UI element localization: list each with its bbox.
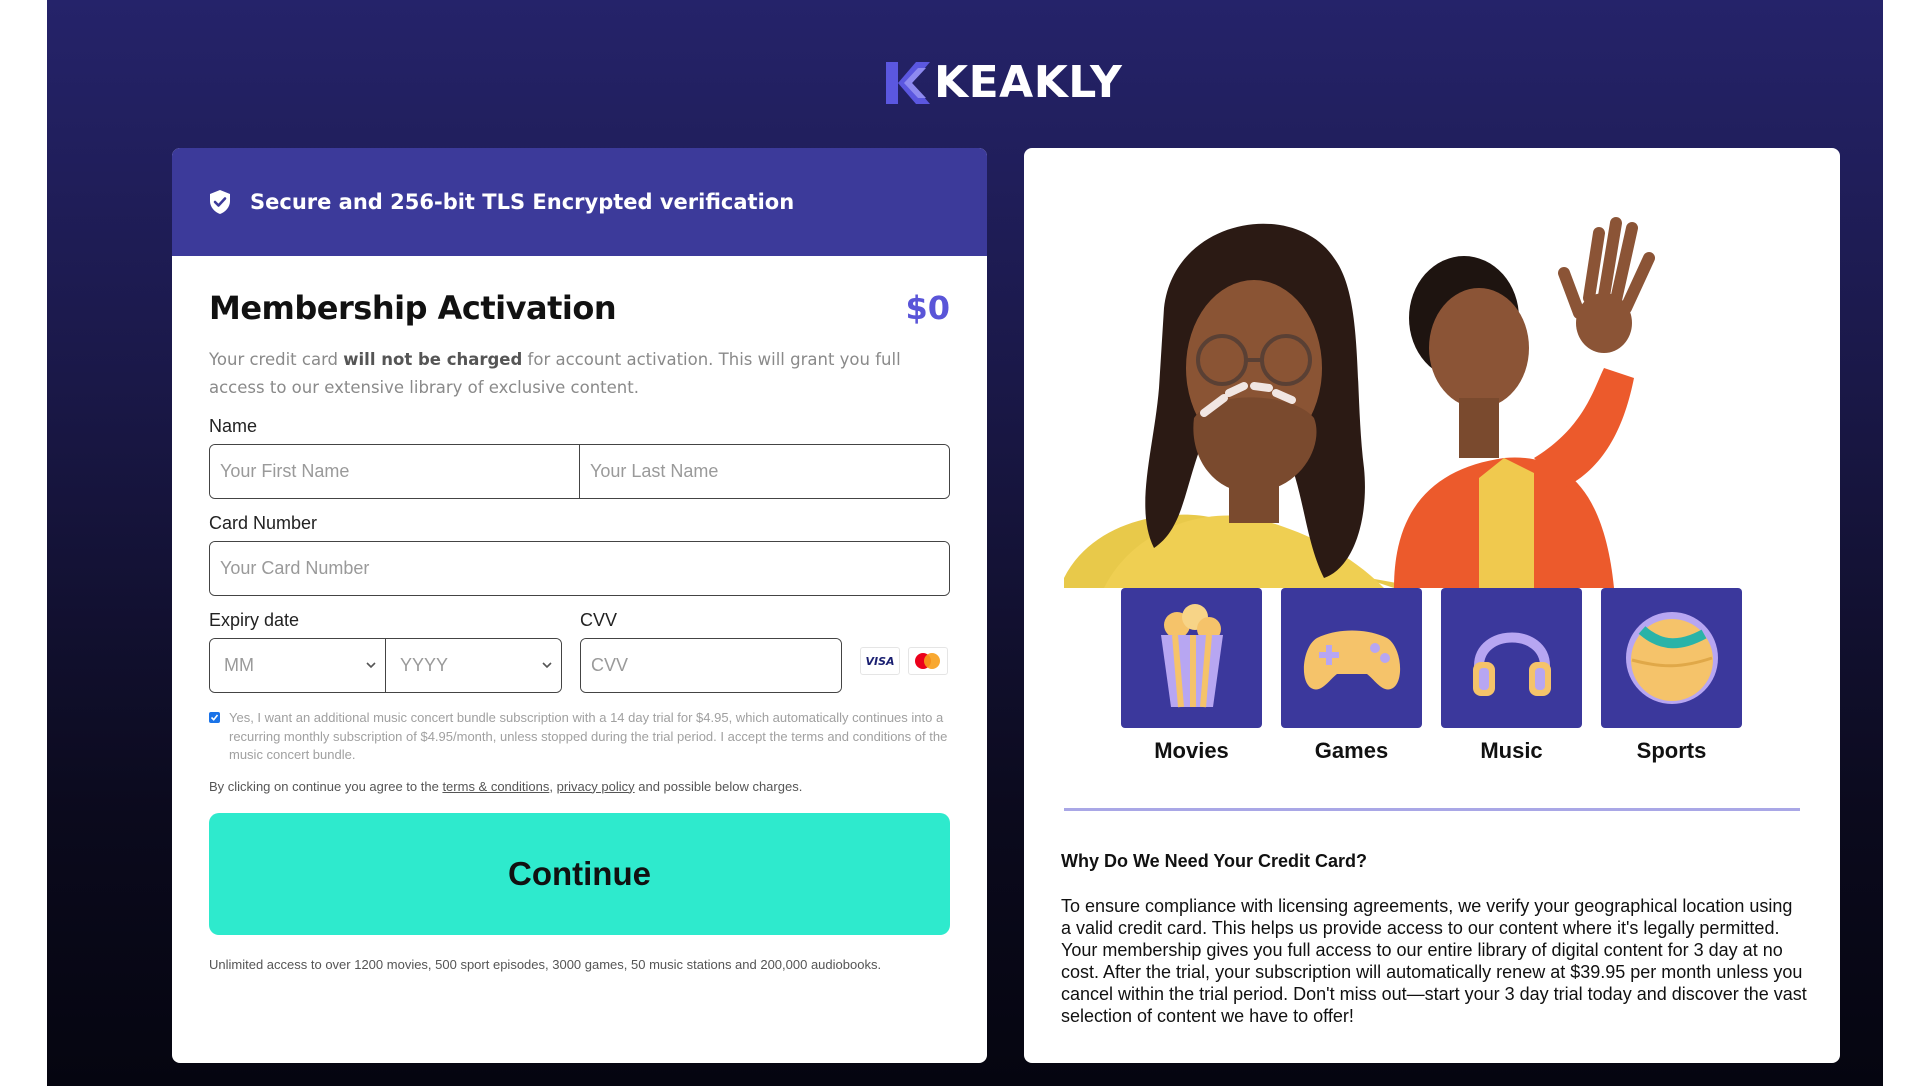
info-card: Movies Games Music Sports Why Do We Need… bbox=[1024, 148, 1840, 1063]
headphones-icon bbox=[1472, 632, 1551, 696]
card-number-input[interactable] bbox=[210, 542, 949, 595]
ball-icon bbox=[1625, 612, 1718, 704]
divider bbox=[1064, 808, 1800, 811]
form-title: Membership Activation bbox=[209, 289, 617, 327]
cvv-field bbox=[580, 638, 842, 693]
chevron-down-icon bbox=[542, 662, 552, 669]
consent-text: Yes, I want an additional music concert … bbox=[229, 710, 948, 762]
expiry-month-select[interactable]: MM bbox=[210, 639, 385, 692]
category-list: Movies Games Music Sports bbox=[1121, 588, 1761, 764]
brand-logo[interactable]: KEAKLY bbox=[886, 58, 1122, 108]
continue-button[interactable]: Continue bbox=[209, 812, 950, 935]
first-name-input[interactable] bbox=[210, 445, 579, 498]
consent-row: Yes, I want an additional music concert … bbox=[209, 709, 950, 765]
name-label: Name bbox=[209, 416, 258, 436]
mastercard-icon bbox=[908, 647, 948, 675]
last-name-input[interactable] bbox=[579, 445, 949, 498]
secure-banner-text: Secure and 256-bit TLS Encrypted verific… bbox=[250, 190, 795, 214]
category-music[interactable]: Music bbox=[1441, 588, 1582, 764]
secure-banner: Secure and 256-bit TLS Encrypted verific… bbox=[172, 148, 987, 256]
info-title: Why Do We Need Your Credit Card? bbox=[1061, 851, 1368, 871]
info-body: To ensure compliance with licensing agre… bbox=[1061, 896, 1807, 1026]
category-movies[interactable]: Movies bbox=[1121, 588, 1262, 764]
chevron-down-icon bbox=[366, 662, 376, 669]
card-brand-logos: VISA bbox=[860, 647, 948, 675]
checkmark-icon bbox=[210, 714, 219, 721]
expiry-year-select[interactable]: YYYY bbox=[385, 639, 561, 692]
popcorn-icon bbox=[1160, 604, 1223, 708]
expiry-selects: MM YYYY bbox=[209, 638, 562, 693]
agreement-text: By clicking on continue you agree to the… bbox=[209, 778, 803, 794]
card-number-field bbox=[209, 541, 950, 596]
terms-link[interactable]: terms & conditions bbox=[442, 779, 549, 794]
activation-form-card: Secure and 256-bit TLS Encrypted verific… bbox=[172, 148, 987, 1063]
shield-check-icon bbox=[210, 190, 230, 214]
price-label: $0 bbox=[905, 289, 950, 327]
gamepad-icon bbox=[1303, 630, 1400, 690]
cvv-label: CVV bbox=[580, 610, 618, 630]
privacy-link[interactable]: privacy policy bbox=[557, 779, 635, 794]
footnote-text: Unlimited access to over 1200 movies, 50… bbox=[209, 956, 882, 972]
cvv-input[interactable] bbox=[581, 639, 841, 692]
expiry-label: Expiry date bbox=[209, 610, 300, 630]
category-sports[interactable]: Sports bbox=[1601, 588, 1742, 764]
category-games[interactable]: Games bbox=[1281, 588, 1422, 764]
brand-name: KEAKLY bbox=[934, 57, 1123, 108]
visa-icon: VISA bbox=[860, 647, 900, 675]
intro-text: Your credit card will not be charged for… bbox=[209, 350, 901, 397]
consent-checkbox[interactable] bbox=[209, 712, 220, 723]
card-number-label: Card Number bbox=[209, 513, 318, 533]
name-fields bbox=[209, 444, 950, 499]
keakly-logo-icon bbox=[886, 62, 930, 104]
